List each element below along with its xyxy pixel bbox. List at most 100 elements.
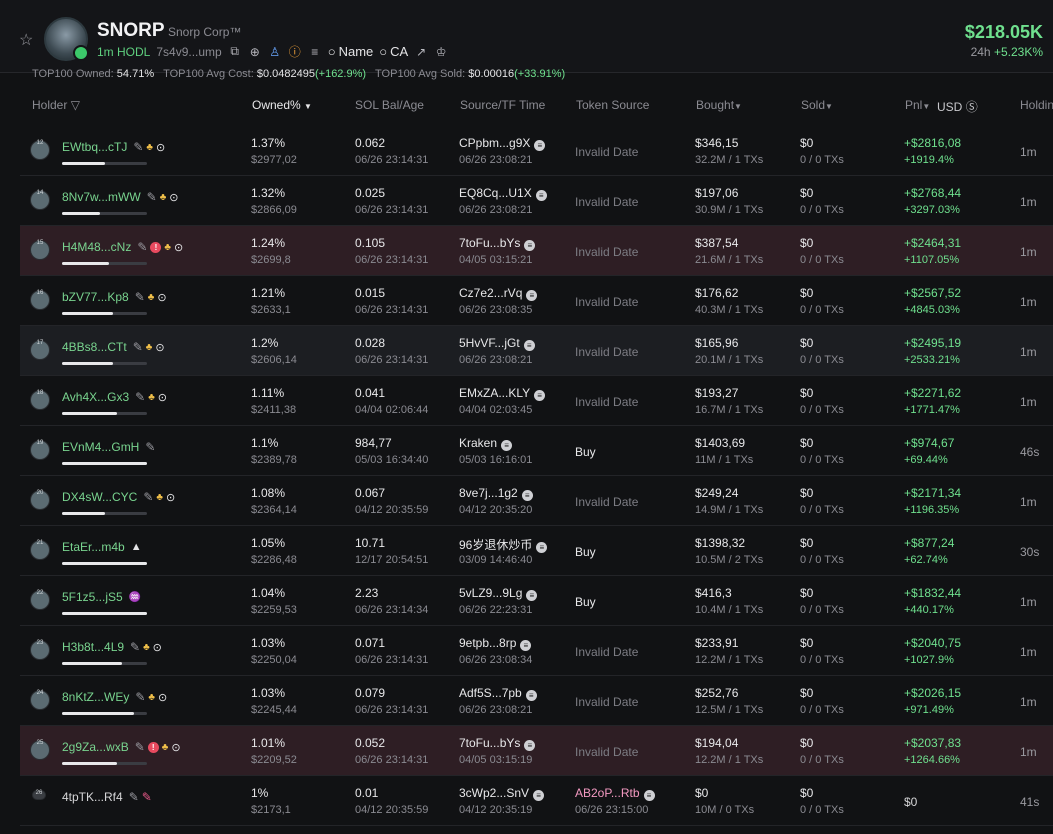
avatar[interactable]: 25: [30, 740, 50, 760]
edit-icon[interactable]: ✎: [135, 740, 145, 754]
avatar[interactable]: 26: [32, 790, 46, 800]
edit-icon[interactable]: ✎: [130, 640, 140, 654]
funding-source[interactable]: 5vLZ9...9Lg ≡: [459, 586, 538, 601]
funding-source[interactable]: 5HvVF...jGt ≡: [459, 336, 535, 351]
group-icon[interactable]: ♣: [148, 692, 155, 703]
token-source[interactable]: AB2oP...Rtb ≡: [575, 786, 655, 801]
target-icon[interactable]: ⊙: [166, 491, 175, 504]
funding-source[interactable]: Kraken ≡: [459, 436, 513, 451]
filter-icon[interactable]: ▽: [71, 98, 80, 112]
table-row[interactable]: 23 H3b8t...4L9 ✎ ♣ ⊙ 1.03% $2250,04 0.071 0…: [20, 626, 1053, 676]
group-icon[interactable]: ♣: [162, 742, 169, 753]
edit-icon[interactable]: ✎: [133, 340, 143, 354]
external-link-icon[interactable]: ↗: [414, 45, 428, 59]
edit-icon[interactable]: ✎: [135, 390, 145, 404]
avatar[interactable]: 18: [30, 390, 50, 410]
pill-icon[interactable]: ✎: [142, 790, 152, 804]
group-icon[interactable]: ♣: [146, 142, 153, 153]
holder-address[interactable]: bZV77...Kp8 ✎ ♣ ⊙: [62, 290, 167, 304]
token-address[interactable]: 7s4v9...ump: [156, 45, 221, 59]
funding-source[interactable]: EMxZA...KLY ≡: [459, 386, 546, 401]
avatar[interactable]: 22: [30, 590, 50, 610]
copy-icon[interactable]: ⧉: [228, 44, 242, 59]
funding-source[interactable]: Adf5S...7pb ≡: [459, 686, 537, 701]
holder-address[interactable]: DX4sW...CYC ✎ ♣ ⊙: [62, 490, 175, 504]
funding-source[interactable]: CPpbm...g9X ≡: [459, 136, 546, 151]
table-row[interactable]: 14 8Nv7w...mWW ✎ ♣ ⊙ 1.32% $2866,09 0.025 0…: [20, 176, 1053, 226]
holder-address[interactable]: H4M48...cNz ✎! ♣ ⊙: [62, 240, 183, 254]
edit-icon[interactable]: ✎: [147, 190, 157, 204]
col-sold[interactable]: Sold▼: [801, 98, 833, 112]
holder-address[interactable]: EWtbq...cTJ ✎ ♣ ⊙: [62, 140, 165, 154]
group-icon[interactable]: ♣: [156, 492, 163, 503]
target-icon[interactable]: ⊙: [157, 291, 166, 304]
target-icon[interactable]: ⊙: [158, 391, 167, 404]
avatar[interactable]: 20: [30, 490, 50, 510]
table-row[interactable]: 25 2g9Za...wxB ✎! ♣ ⊙ 1.01% $2209,52 0.052 …: [20, 726, 1053, 776]
list-icon[interactable]: ≡: [308, 45, 322, 59]
target-icon[interactable]: ⊙: [153, 641, 162, 654]
avatar[interactable]: 15: [30, 240, 50, 260]
avatar[interactable]: 19: [30, 440, 50, 460]
target-icon[interactable]: ⊙: [156, 141, 165, 154]
funding-source[interactable]: 3cWp2...SnV ≡: [459, 786, 545, 801]
funding-source[interactable]: 8ve7j...1g2 ≡: [459, 486, 533, 501]
col-holder[interactable]: Holder ▽: [32, 98, 80, 112]
table-row[interactable]: 18 Avh4X...Gx3 ✎ ♣ ⊙ 1.11% $2411,38 0.041 0…: [20, 376, 1053, 426]
warning-icon[interactable]: ⓘ: [288, 45, 302, 59]
edit-icon[interactable]: ✎: [135, 290, 145, 304]
search-name-link[interactable]: ○ Name: [328, 44, 374, 59]
globe-icon[interactable]: ⊕: [248, 45, 262, 59]
holder-address[interactable]: 4BBs8...CTt ✎ ♣ ⊙: [62, 340, 165, 354]
funding-source[interactable]: 7toFu...bYs ≡: [459, 236, 536, 251]
col-source[interactable]: Source/TF Time: [460, 98, 545, 112]
col-bought[interactable]: Bought▼: [696, 98, 742, 112]
crown-icon[interactable]: ♔: [434, 45, 448, 59]
edit-icon[interactable]: ✎: [135, 690, 145, 704]
funding-source[interactable]: 9etpb...8rp ≡: [459, 636, 532, 651]
col-pnl[interactable]: Pnl▼: [905, 98, 930, 112]
ufo-icon[interactable]: ♒: [129, 592, 141, 603]
edit-icon[interactable]: ✎: [129, 790, 139, 804]
edit-icon[interactable]: ✎: [137, 240, 147, 254]
table-row[interactable]: 12 EWtbq...cTJ ✎ ♣ ⊙ 1.37% $2977,02 0.062 0…: [20, 126, 1053, 176]
table-row[interactable]: 16 bZV77...Kp8 ✎ ♣ ⊙ 1.21% $2633,1 0.015 06…: [20, 276, 1053, 326]
avatar[interactable]: 16: [30, 290, 50, 310]
alert-icon[interactable]: !: [150, 241, 162, 253]
search-ca-link[interactable]: ○ CA: [379, 44, 408, 59]
funding-source[interactable]: Cz7e2...rVq ≡: [459, 286, 538, 301]
table-row[interactable]: 20 DX4sW...CYC ✎ ♣ ⊙ 1.08% $2364,14 0.067 0…: [20, 476, 1053, 526]
edit-icon[interactable]: ✎: [133, 140, 143, 154]
holder-address[interactable]: 4tpTK...Rf4 ✎ ✎: [62, 790, 152, 804]
edit-icon[interactable]: ✎: [145, 440, 155, 454]
avatar[interactable]: 23: [30, 640, 50, 660]
holder-address[interactable]: EVnM4...GmH ✎: [62, 440, 155, 454]
table-row[interactable]: 22 5F1z5...jS5 ♒ 1.04% $2259,53 2.23 06/2…: [20, 576, 1053, 626]
funding-source[interactable]: 7toFu...bYs ≡: [459, 736, 536, 751]
holder-address[interactable]: EtaEr...m4b ▲: [62, 540, 142, 554]
holder-address[interactable]: 8Nv7w...mWW ✎ ♣ ⊙: [62, 190, 179, 204]
table-row[interactable]: 21 EtaEr...m4b ▲ 1.05% $2286,48 10.71 12/…: [20, 526, 1053, 576]
avatar[interactable]: 12: [30, 140, 50, 160]
group-icon[interactable]: ♣: [146, 342, 153, 353]
group-icon[interactable]: ♣: [143, 642, 150, 653]
table-row[interactable]: 19 EVnM4...GmH ✎ 1.1% $2389,78 984,77 05/…: [20, 426, 1053, 476]
edit-icon[interactable]: ✎: [143, 490, 153, 504]
target-icon[interactable]: ⊙: [158, 691, 167, 704]
col-holding[interactable]: Holdin: [1020, 98, 1053, 112]
usd-toggle[interactable]: USD Ⓢ: [937, 98, 978, 115]
table-row[interactable]: 24 8nKtZ...WEy ✎ ♣ ⊙ 1.03% $2245,44 0.079 0…: [20, 676, 1053, 726]
user-icon[interactable]: ♙: [268, 45, 282, 59]
group-icon[interactable]: ♣: [148, 292, 155, 303]
group-icon[interactable]: ♣: [160, 192, 167, 203]
holder-address[interactable]: 2g9Za...wxB ✎! ♣ ⊙: [62, 740, 181, 754]
col-owned[interactable]: Owned% ▼: [252, 98, 312, 112]
col-token-source[interactable]: Token Source: [576, 98, 649, 112]
table-row[interactable]: 26 4tpTK...Rf4 ✎ ✎ 1% $2173,1 0.01 04/12 2…: [20, 776, 1053, 826]
target-icon[interactable]: ⊙: [155, 341, 164, 354]
group-icon[interactable]: ♣: [164, 242, 171, 253]
avatar[interactable]: 24: [30, 690, 50, 710]
holder-address[interactable]: 8nKtZ...WEy ✎ ♣ ⊙: [62, 690, 167, 704]
star-icon[interactable]: ☆: [19, 32, 37, 50]
funding-source[interactable]: 96岁退休炒币 ≡: [459, 536, 548, 553]
